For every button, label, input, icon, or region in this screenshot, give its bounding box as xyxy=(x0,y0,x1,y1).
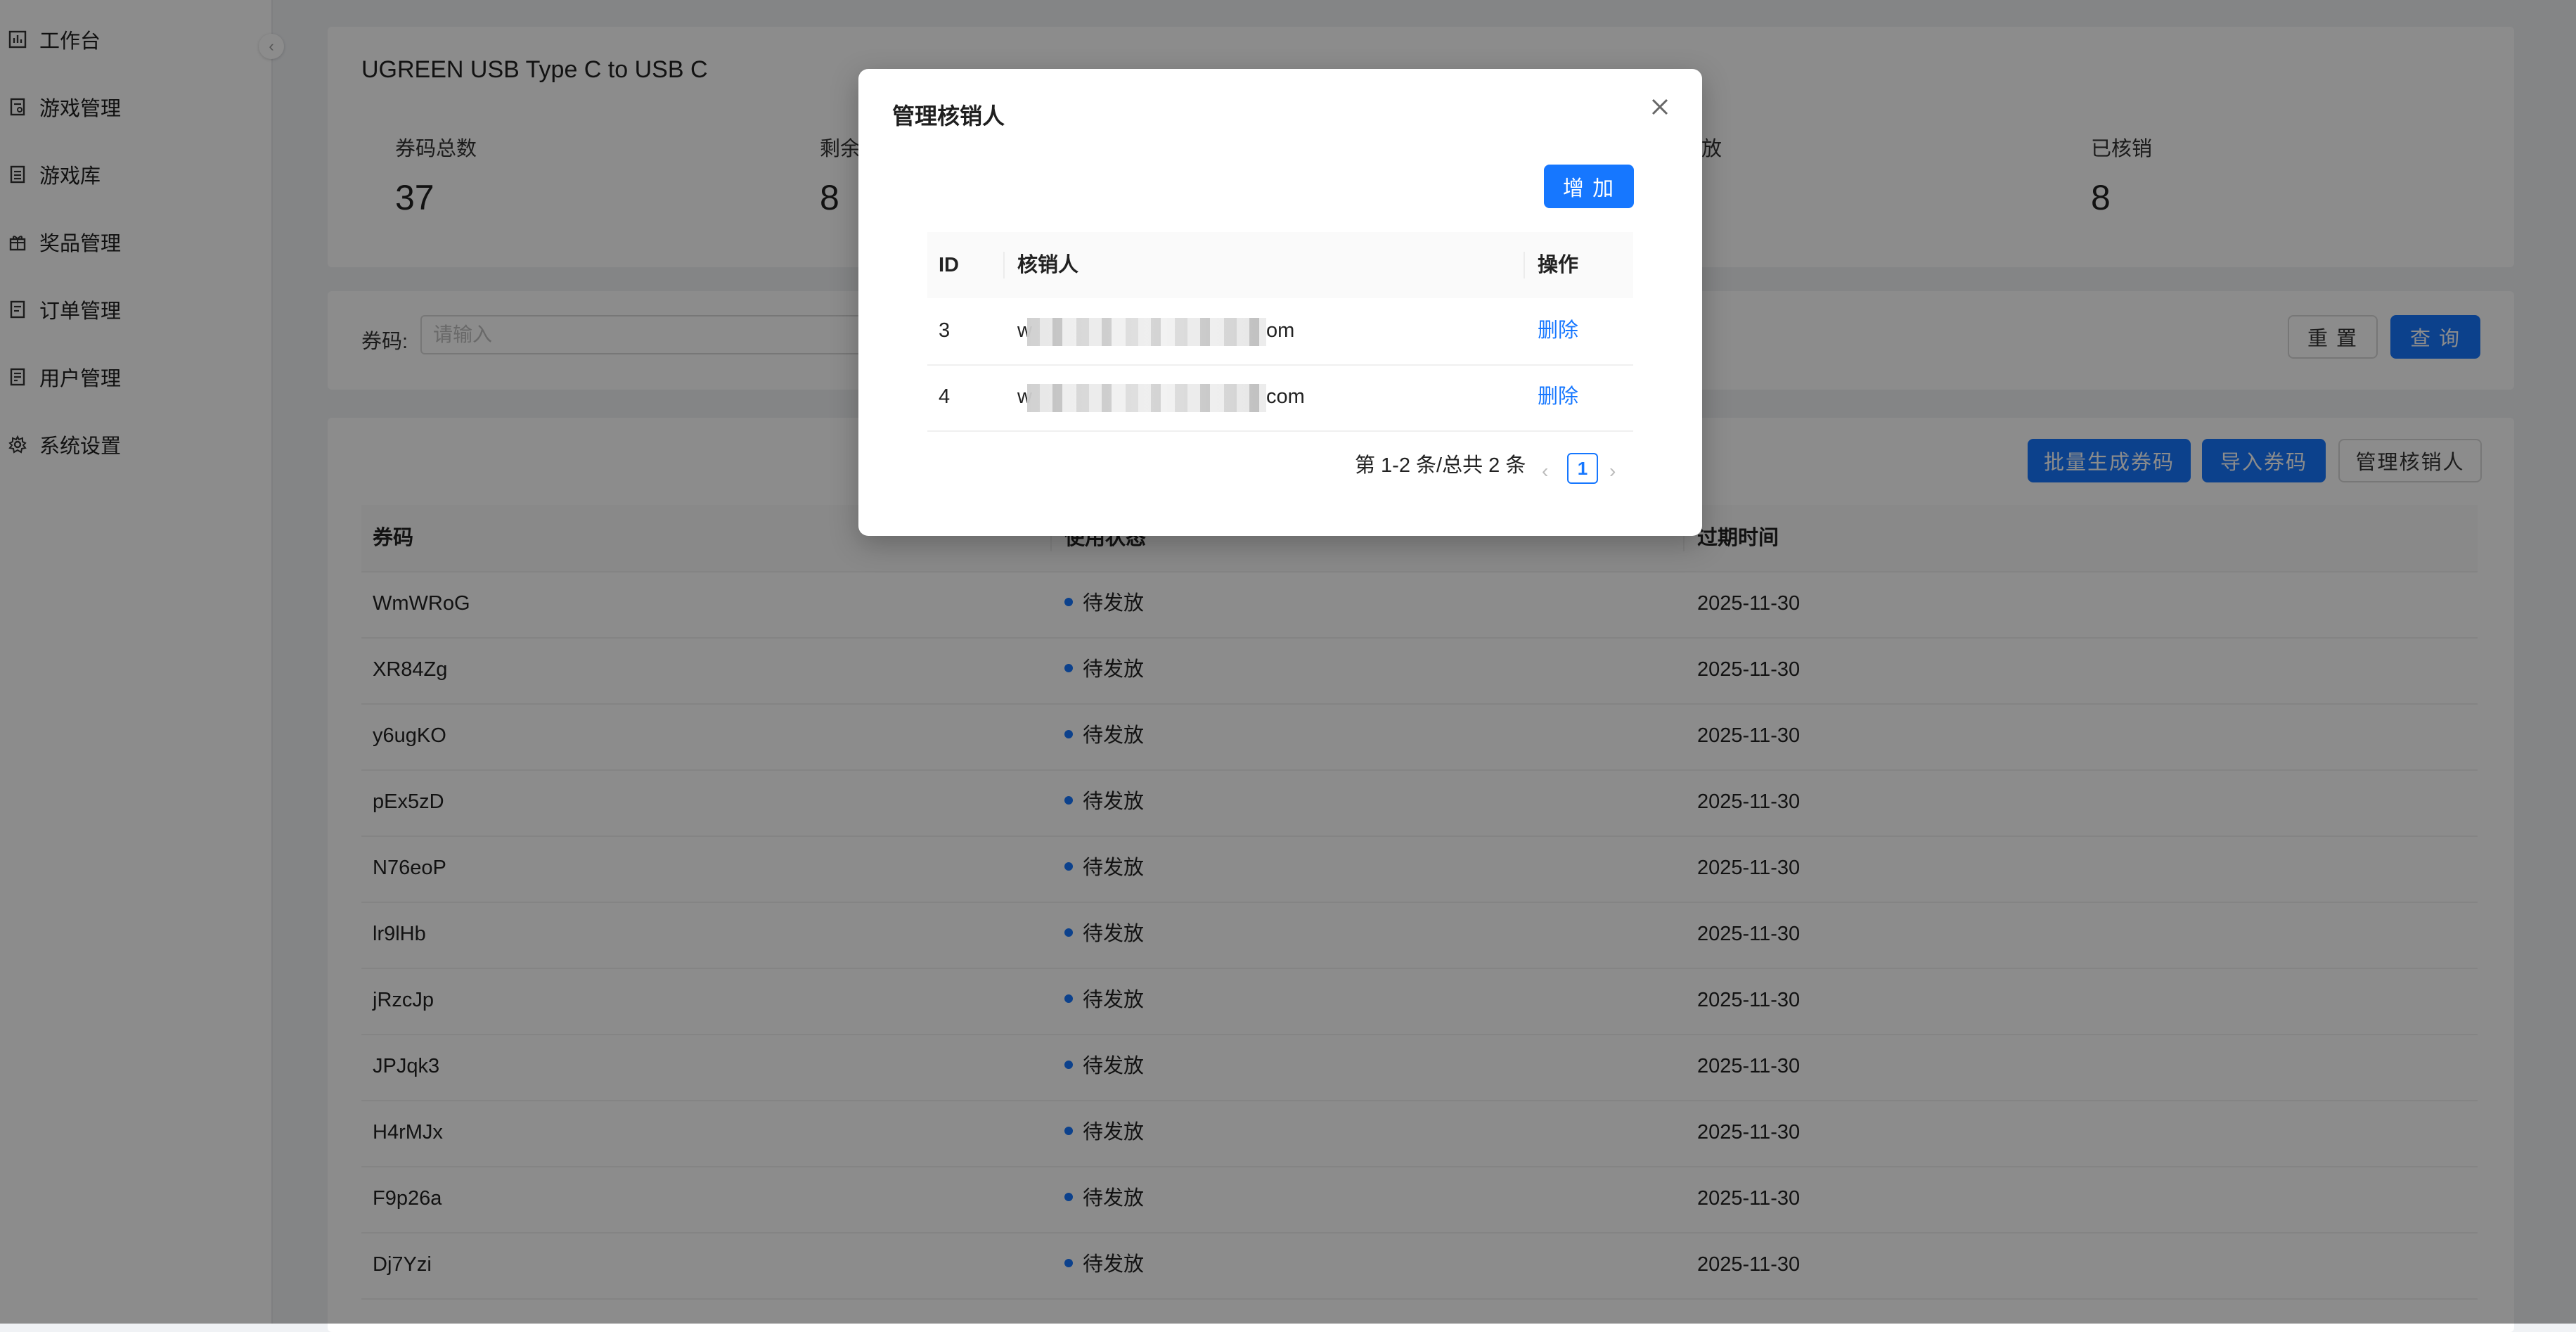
delete-link[interactable]: 删除 xyxy=(1538,298,1578,363)
table-header: ID 核销人 操作 xyxy=(927,232,1633,298)
chevron-right-icon[interactable]: › xyxy=(1609,460,1616,482)
delete-link[interactable]: 删除 xyxy=(1538,364,1578,429)
column-divider xyxy=(1524,252,1525,278)
redacted-email xyxy=(1027,318,1266,346)
column-divider xyxy=(1003,252,1005,278)
chevron-left-icon[interactable]: ‹ xyxy=(1542,460,1548,482)
page-1-button[interactable]: 1 xyxy=(1567,453,1598,484)
pagination-total: 第 1-2 条/总共 2 条 xyxy=(1355,454,1526,477)
add-redeemer-button[interactable]: 增 加 xyxy=(1544,165,1634,208)
column-header-redeemer: 核销人 xyxy=(1017,254,1079,276)
column-header-action: 操作 xyxy=(1538,254,1579,276)
manage-redeemers-modal: 管理核销人 增 加 ID 核销人 操作 3 w om 删除 4 w com 删除… xyxy=(858,69,1702,536)
modal-title: 管理核销人 xyxy=(892,103,1005,129)
table-row: 3 w om 删除 xyxy=(927,298,1633,366)
redacted-email xyxy=(1027,384,1266,412)
table-row: 4 w com 删除 xyxy=(927,364,1633,432)
column-header-id: ID xyxy=(939,254,959,276)
close-icon[interactable] xyxy=(1646,93,1674,121)
